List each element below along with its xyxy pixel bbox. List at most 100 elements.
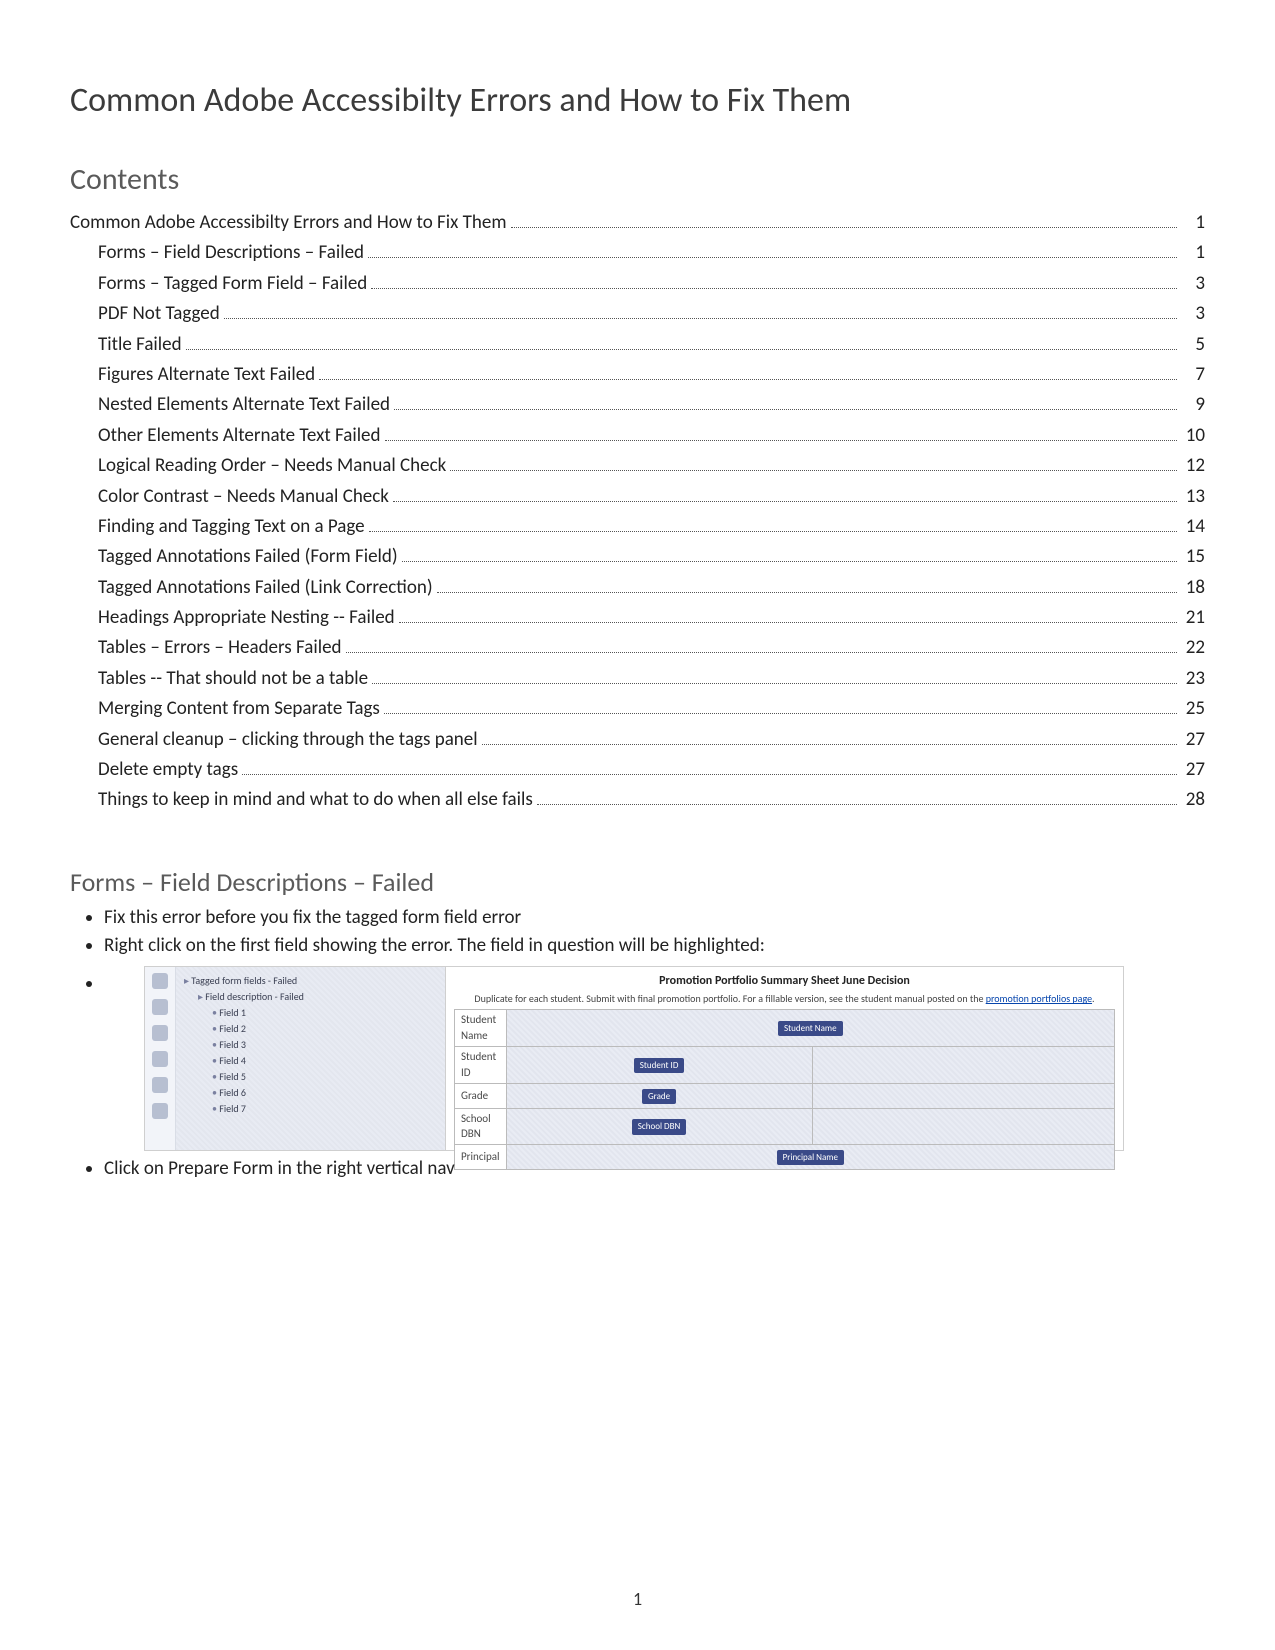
toc-entry[interactable]: Merging Content from Separate Tags25 xyxy=(98,694,1205,724)
toc-entry[interactable]: PDF Not Tagged3 xyxy=(98,299,1205,329)
form-table: Student Name Student Name Student ID Stu… xyxy=(454,1009,1115,1171)
toc-title: Tables -- That should not be a table xyxy=(98,664,368,694)
toc-leader-dots xyxy=(369,514,1177,532)
panel-icon xyxy=(152,1051,168,1067)
toc-title: Things to keep in mind and what to do wh… xyxy=(98,785,533,815)
toc-page-number: 3 xyxy=(1181,269,1205,299)
list-item: Tagged form fields - Failed Field descri… xyxy=(104,966,1205,1151)
toc-page-number: 1 xyxy=(1181,208,1205,238)
toc-leader-dots xyxy=(511,210,1178,228)
field-label: School DBN xyxy=(455,1108,507,1145)
panel-icon xyxy=(152,999,168,1015)
screenshot-form-preview: Promotion Portfolio Summary Sheet June D… xyxy=(446,967,1123,1150)
form-field xyxy=(812,1083,1114,1108)
toc-leader-dots xyxy=(537,787,1177,805)
field-label: Grade xyxy=(455,1083,507,1108)
toc-page-number: 1 xyxy=(1181,238,1205,268)
toc-entry[interactable]: Color Contrast – Needs Manual Check13 xyxy=(98,482,1205,512)
field-label: Principal xyxy=(455,1145,507,1170)
form-field: Student ID xyxy=(506,1046,812,1083)
toc-page-number: 27 xyxy=(1181,725,1205,755)
toc-title: Figures Alternate Text Failed xyxy=(98,360,315,390)
field-chip: Grade xyxy=(642,1089,676,1104)
toc-page-number: 5 xyxy=(1181,330,1205,360)
form-subtitle-text: Duplicate for each student. Submit with … xyxy=(474,992,985,1005)
toc-page-number: 10 xyxy=(1181,421,1205,451)
panel-icon xyxy=(152,973,168,989)
form-field xyxy=(812,1046,1114,1083)
toc-leader-dots xyxy=(394,392,1177,410)
toc-entry[interactable]: Figures Alternate Text Failed 7 xyxy=(98,360,1205,390)
toc-entry[interactable]: Delete empty tags27 xyxy=(98,755,1205,785)
toc-title: Finding and Tagging Text on a Page xyxy=(98,512,365,542)
toc-leader-dots xyxy=(402,544,1177,562)
toc-page-number: 21 xyxy=(1181,603,1205,633)
toc-leader-dots xyxy=(385,423,1178,441)
field-label: Student ID xyxy=(455,1046,507,1083)
panel-icon xyxy=(152,1025,168,1041)
tree-node: Field description - Failed xyxy=(198,989,437,1005)
panel-icon xyxy=(152,1103,168,1119)
table-row: Grade Grade xyxy=(455,1083,1115,1108)
toc-page-number: 27 xyxy=(1181,755,1205,785)
toc-leader-dots xyxy=(242,757,1177,775)
embedded-screenshot: Tagged form fields - Failed Field descri… xyxy=(144,966,1124,1151)
toc-entry[interactable]: Tagged Annotations Failed (Link Correcti… xyxy=(98,573,1205,603)
toc-title: Forms – Field Descriptions – Failed xyxy=(98,238,364,268)
document-title: Common Adobe Accessibilty Errors and How… xyxy=(70,80,1205,121)
toc-page-number: 25 xyxy=(1181,694,1205,724)
table-of-contents: Common Adobe Accessibilty Errors and How… xyxy=(70,208,1205,816)
instruction-list: Fix this error before you fix the tagged… xyxy=(80,904,1205,1183)
tree-leaf: Field 4 xyxy=(212,1053,437,1069)
toc-leader-dots xyxy=(319,362,1177,380)
toc-page-number: 13 xyxy=(1181,482,1205,512)
toc-entry[interactable]: Tables -- That should not be a table 23 xyxy=(98,664,1205,694)
list-item: Fix this error before you fix the tagged… xyxy=(104,904,1205,932)
toc-page-number: 12 xyxy=(1181,451,1205,481)
toc-leader-dots xyxy=(224,301,1177,319)
toc-page-number: 23 xyxy=(1181,664,1205,694)
tree-leaf: Field 5 xyxy=(212,1069,437,1085)
toc-title: Nested Elements Alternate Text Failed xyxy=(98,390,390,420)
toc-entry[interactable]: Finding and Tagging Text on a Page 14 xyxy=(98,512,1205,542)
tree-leaf: Field 2 xyxy=(212,1021,437,1037)
toc-leader-dots xyxy=(450,453,1177,471)
toc-entry[interactable]: Tables – Errors – Headers Failed22 xyxy=(98,633,1205,663)
form-field: Grade xyxy=(506,1083,812,1108)
toc-leader-dots xyxy=(393,483,1177,501)
toc-entry[interactable]: General cleanup – clicking through the t… xyxy=(98,725,1205,755)
toc-entry[interactable]: Headings Appropriate Nesting -- Failed21 xyxy=(98,603,1205,633)
toc-leader-dots xyxy=(384,696,1177,714)
toc-entry[interactable]: Things to keep in mind and what to do wh… xyxy=(98,785,1205,815)
toc-entry[interactable]: Tagged Annotations Failed (Form Field)15 xyxy=(98,542,1205,572)
tree-leaf: Field 6 xyxy=(212,1085,437,1101)
form-subtitle: Duplicate for each student. Submit with … xyxy=(454,992,1115,1007)
list-item: Right click on the first field showing t… xyxy=(104,932,1205,960)
toc-title: Other Elements Alternate Text Failed xyxy=(98,421,381,451)
toc-entry[interactable]: Forms – Field Descriptions – Failed 1 xyxy=(98,238,1205,268)
toc-title: General cleanup – clicking through the t… xyxy=(98,725,478,755)
toc-leader-dots xyxy=(399,605,1177,623)
form-field: School DBN xyxy=(506,1108,812,1145)
toc-title: Logical Reading Order – Needs Manual Che… xyxy=(98,451,446,481)
toc-leader-dots xyxy=(346,635,1177,653)
toc-leader-dots xyxy=(372,666,1177,684)
screenshot-left-panel: Tagged form fields - Failed Field descri… xyxy=(145,967,446,1150)
toc-page-number: 14 xyxy=(1181,512,1205,542)
toc-entry[interactable]: Other Elements Alternate Text Failed 10 xyxy=(98,421,1205,451)
screenshot-icon-column xyxy=(145,967,176,1150)
tree-leaf: Field 3 xyxy=(212,1037,437,1053)
toc-title: PDF Not Tagged xyxy=(98,299,220,329)
form-field xyxy=(812,1108,1114,1145)
toc-entry[interactable]: Nested Elements Alternate Text Failed9 xyxy=(98,390,1205,420)
toc-entry[interactable]: Title Failed5 xyxy=(98,330,1205,360)
toc-page-number: 7 xyxy=(1181,360,1205,390)
toc-entry[interactable]: Common Adobe Accessibilty Errors and How… xyxy=(70,208,1205,238)
table-row: Principal Principal Name xyxy=(455,1145,1115,1170)
form-field: Student Name xyxy=(506,1009,1114,1046)
toc-entry[interactable]: Logical Reading Order – Needs Manual Che… xyxy=(98,451,1205,481)
toc-entry[interactable]: Forms – Tagged Form Field – Failed3 xyxy=(98,269,1205,299)
screenshot-tree: Tagged form fields - Failed Field descri… xyxy=(176,967,445,1150)
toc-title: Tagged Annotations Failed (Link Correcti… xyxy=(98,573,433,603)
page-number: 1 xyxy=(0,1588,1275,1610)
